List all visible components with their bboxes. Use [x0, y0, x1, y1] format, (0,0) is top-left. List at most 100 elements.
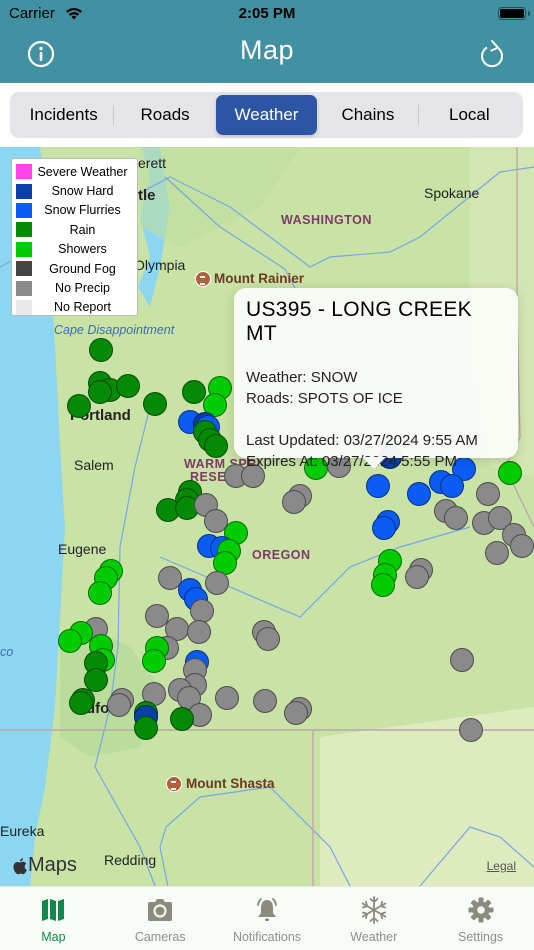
weather-marker-no-precip[interactable] — [459, 718, 483, 742]
legend-swatch — [16, 241, 32, 257]
segment-local[interactable]: Local — [419, 95, 520, 135]
legend-item: Showers — [16, 240, 133, 259]
weather-marker-no-precip[interactable] — [256, 627, 280, 651]
weather-marker-no-precip[interactable] — [450, 648, 474, 672]
map-label-coast: co — [0, 645, 14, 659]
weather-marker-showers[interactable] — [371, 573, 395, 597]
weather-marker-rain[interactable] — [204, 434, 228, 458]
map-icon — [42, 899, 65, 921]
gear-icon — [468, 897, 494, 923]
page-title: Map — [239, 35, 295, 65]
legend-swatch — [16, 183, 32, 199]
weather-marker-snow-flurries[interactable] — [407, 482, 431, 506]
segment-label: Incidents — [29, 105, 98, 124]
weather-marker-showers[interactable] — [88, 581, 112, 605]
weather-marker-no-precip[interactable] — [510, 534, 534, 558]
weather-marker-no-precip[interactable] — [187, 620, 211, 644]
refresh-icon[interactable] — [479, 39, 507, 69]
legend-label: Ground Fog — [49, 261, 116, 276]
callout-title: US395 - LONG CREEK MT — [246, 298, 472, 345]
segment-label: Local — [449, 105, 490, 124]
weather-marker-no-precip[interactable] — [485, 541, 509, 565]
tab-cameras[interactable]: Cameras — [107, 887, 214, 950]
weather-marker-showers[interactable] — [142, 649, 166, 673]
weather-marker-showers[interactable] — [58, 629, 82, 653]
map-label-eugene: Eugene — [58, 541, 107, 557]
maps-attribution-label: Maps — [28, 854, 77, 876]
weather-marker-no-precip[interactable] — [205, 571, 229, 595]
segment-roads[interactable]: Roads — [114, 95, 215, 135]
legend-swatch — [16, 222, 32, 238]
legend-swatch — [16, 299, 32, 315]
weather-marker-rain[interactable] — [182, 380, 206, 404]
legend-label: Rain — [69, 222, 96, 237]
weather-marker-snow-flurries[interactable] — [440, 474, 464, 498]
segment-bar: Incidents Roads Weather Chains Local — [0, 83, 534, 147]
mountain-icon — [166, 776, 182, 792]
weather-marker-rain[interactable] — [69, 691, 93, 715]
weather-marker-rain[interactable] — [134, 716, 158, 740]
weather-marker-snow-flurries[interactable] — [372, 516, 396, 540]
weather-marker-rain[interactable] — [67, 394, 91, 418]
map-label-eureka: Eureka — [0, 823, 45, 839]
map-label-mount-shasta: Mount Shasta — [186, 776, 275, 791]
bell-icon — [257, 898, 277, 921]
tab-label: Cameras — [134, 930, 186, 944]
legend-swatch — [16, 202, 32, 218]
callout-pointer — [362, 457, 386, 469]
legend-swatch — [16, 280, 32, 296]
legend-label: Severe Weather — [37, 164, 128, 179]
weather-marker-no-precip[interactable] — [476, 482, 500, 506]
weather-marker-no-precip[interactable] — [405, 565, 429, 589]
weather-legend: Severe Weather Snow Hard Snow Flurries Rain… — [11, 158, 138, 316]
segment-label: Weather — [234, 105, 299, 124]
weather-marker-no-precip[interactable] — [253, 689, 277, 713]
weather-marker-rain[interactable] — [88, 380, 112, 404]
map-view[interactable]: erett tle Olympia Spokane WASHINGTON Mou… — [0, 147, 534, 886]
camera-icon — [148, 899, 173, 921]
legend-label: Snow Hard — [51, 184, 114, 199]
legend-label: No Report — [54, 300, 111, 315]
weather-marker-no-precip[interactable] — [215, 686, 239, 710]
segment-incidents[interactable]: Incidents — [13, 95, 115, 135]
maps-attribution: Maps — [12, 854, 77, 877]
map-label-mount-rainier: Mount Rainier — [214, 271, 304, 286]
legend-item: No Report — [16, 298, 133, 317]
legal-link[interactable]: Legal — [487, 859, 516, 873]
weather-marker-no-precip[interactable] — [284, 701, 308, 725]
legend-swatch — [16, 164, 32, 180]
weather-marker-rain[interactable] — [170, 707, 194, 731]
snowflake-icon — [361, 896, 386, 924]
weather-marker-rain[interactable] — [143, 392, 167, 416]
station-callout[interactable]: US395 - LONG CREEK MT Weather: SNOW Road… — [234, 288, 518, 470]
weather-marker-rain[interactable] — [116, 374, 140, 398]
legend-item: Snow Flurries — [16, 201, 133, 220]
legend-item: No Precip — [16, 278, 133, 297]
callout-roads: Roads: SPOTS OF ICE — [246, 390, 403, 407]
tab-map[interactable]: Map — [0, 887, 107, 950]
tab-bar: Map Cameras Notifications Weather Settin… — [0, 886, 534, 950]
weather-marker-snow-flurries[interactable] — [366, 474, 390, 498]
status-time: 2:05 PM — [238, 5, 296, 22]
tab-notifications[interactable]: Notifications — [214, 887, 321, 950]
weather-marker-no-precip[interactable] — [444, 506, 468, 530]
weather-marker-rain[interactable] — [89, 338, 113, 362]
weather-marker-no-precip[interactable] — [107, 693, 131, 717]
segment-label: Chains — [341, 105, 395, 124]
tab-settings[interactable]: Settings — [427, 887, 534, 950]
weather-marker-no-precip[interactable] — [282, 490, 306, 514]
map-label-redding: Redding — [104, 852, 157, 868]
legend-item: Ground Fog — [16, 259, 133, 278]
map-label-washington: WASHINGTON — [281, 213, 372, 227]
tab-weather[interactable]: Weather — [320, 887, 427, 950]
segment-weather[interactable]: Weather — [215, 95, 318, 135]
map-label-salem: Salem — [74, 457, 114, 473]
map-label-seattle: tle — [138, 187, 156, 204]
tab-label: Weather — [350, 930, 398, 944]
map-label-everett: erett — [138, 155, 167, 171]
mountain-icon — [195, 271, 211, 287]
layer-segmented-control: Incidents Roads Weather Chains Local — [10, 92, 523, 138]
legend-item: Severe Weather — [16, 162, 133, 181]
segment-chains[interactable]: Chains — [317, 95, 420, 135]
legend-item: Snow Hard — [16, 181, 133, 200]
